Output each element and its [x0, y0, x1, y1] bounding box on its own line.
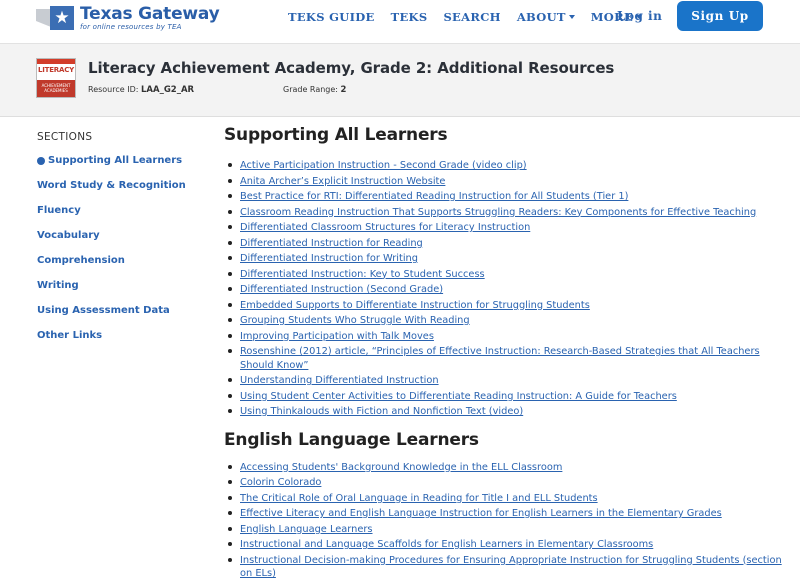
resource-link[interactable]: Instructional and Language Scaffolds for… [240, 539, 653, 550]
resource-link[interactable]: Differentiated Instruction for Reading [240, 238, 423, 249]
list-item: Effective Literacy and English Language … [228, 506, 784, 522]
list-item: Differentiated Instruction for Reading [228, 236, 784, 252]
top-navbar: ★ Texas Gateway for online resources by … [0, 0, 800, 44]
resource-link[interactable]: Instructional Decision-making Procedures… [240, 555, 782, 580]
list-item: English Language Learners [228, 522, 784, 538]
list-item: Using Student Center Activities to Diffe… [228, 389, 784, 405]
resource-link[interactable]: Best Practice for RTI: Differentiated Re… [240, 191, 628, 202]
list-item: Instructional and Language Scaffolds for… [228, 537, 784, 553]
resource-link[interactable]: Rosenshine (2012) article, “Principles o… [240, 346, 760, 371]
list-item: Differentiated Instruction for Writing [228, 251, 784, 267]
list-item: Differentiated Classroom Structures for … [228, 220, 784, 236]
resource-thumbnail: LITERACY ACHIEVEMENT ACADEMIES [36, 58, 76, 98]
resource-link[interactable]: Grouping Students Who Struggle With Read… [240, 315, 470, 326]
section-heading: Supporting All Learners [224, 125, 448, 145]
sidebar-item-comprehension[interactable]: Comprehension [37, 255, 212, 280]
list-item: Using Thinkalouds with Fiction and Nonfi… [228, 404, 784, 420]
resource-link[interactable]: Anita Archer’s Explicit Instruction Webs… [240, 176, 445, 187]
resource-id: Resource ID: LAA_G2_AR [88, 85, 195, 95]
login-link[interactable]: Log in [617, 9, 662, 23]
resource-link[interactable]: Differentiated Instruction: Key to Stude… [240, 269, 485, 280]
sidebar-item-other-links[interactable]: Other Links [37, 330, 212, 355]
link-list: Active Participation Instruction - Secon… [228, 158, 784, 420]
section-heading: English Language Learners [224, 429, 479, 450]
resource-link[interactable]: Effective Literacy and English Language … [240, 508, 722, 519]
sidebar-item-using-assessment-data[interactable]: Using Assessment Data [37, 305, 212, 330]
list-item: Grouping Students Who Struggle With Read… [228, 313, 784, 329]
chevron-down-icon [568, 15, 575, 19]
list-item: Anita Archer’s Explicit Instruction Webs… [228, 174, 784, 190]
list-item: Colorin Colorado [228, 475, 784, 491]
list-item: Accessing Students' Background Knowledge… [228, 460, 784, 476]
active-dot-icon [37, 157, 45, 165]
logo-subtitle: for online resources by TEA [80, 22, 182, 31]
resource-link[interactable]: Embedded Supports to Differentiate Instr… [240, 300, 590, 311]
list-item: Rosenshine (2012) article, “Principles o… [228, 344, 784, 373]
list-item: Understanding Differentiated Instruction [228, 373, 784, 389]
nav-teks[interactable]: TEKS [391, 10, 428, 24]
list-item: Improving Participation with Talk Moves [228, 329, 784, 345]
logo-title: Texas Gateway [80, 3, 220, 24]
grade-range: Grade Range: 2 [283, 85, 347, 95]
resource-link[interactable]: Differentiated Instruction for Writing [240, 253, 418, 264]
resource-link[interactable]: English Language Learners [240, 524, 373, 535]
star-logo-icon: ★ [36, 5, 76, 31]
sidebar-item-vocabulary[interactable]: Vocabulary [37, 230, 212, 255]
resource-link[interactable]: Active Participation Instruction - Secon… [240, 160, 527, 171]
resource-banner: LITERACY ACHIEVEMENT ACADEMIES Literacy … [0, 44, 800, 117]
sections-heading: SECTIONS [37, 131, 93, 143]
resource-link[interactable]: Using Thinkalouds with Fiction and Nonfi… [240, 406, 523, 417]
sidebar-item-writing[interactable]: Writing [37, 280, 212, 305]
texas-gateway-logo[interactable]: ★ Texas Gateway for online resources by … [36, 3, 220, 33]
resource-link[interactable]: Improving Participation with Talk Moves [240, 331, 434, 342]
resource-title: Literacy Achievement Academy, Grade 2: A… [88, 59, 615, 77]
resource-link[interactable]: Using Student Center Activities to Diffe… [240, 391, 677, 402]
list-item: The Critical Role of Oral Language in Re… [228, 491, 784, 507]
resource-link[interactable]: Accessing Students' Background Knowledge… [240, 462, 562, 473]
sidebar-item-fluency[interactable]: Fluency [37, 205, 212, 230]
list-item: Differentiated Instruction (Second Grade… [228, 282, 784, 298]
list-item: Embedded Supports to Differentiate Instr… [228, 298, 784, 314]
resource-link[interactable]: Differentiated Classroom Structures for … [240, 222, 530, 233]
list-item: Instructional Decision-making Procedures… [228, 553, 784, 582]
sections-sidebar: SECTIONS Supporting All Learners Word St… [37, 131, 212, 355]
main-content: Supporting All Learners Active Participa… [224, 125, 784, 582]
resource-link[interactable]: The Critical Role of Oral Language in Re… [240, 493, 598, 504]
sidebar-item-word-study[interactable]: Word Study & Recognition [37, 180, 212, 205]
link-list: Accessing Students' Background Knowledge… [228, 460, 784, 582]
nav-search[interactable]: SEARCH [443, 10, 500, 24]
nav-teks-guide[interactable]: TEKS GUIDE [288, 10, 375, 24]
nav-about[interactable]: ABOUT [517, 10, 575, 24]
resource-link[interactable]: Colorin Colorado [240, 477, 321, 488]
resource-link[interactable]: Classroom Reading Instruction That Suppo… [240, 207, 756, 218]
sidebar-item-supporting-all-learners[interactable]: Supporting All Learners [37, 155, 212, 180]
resource-link[interactable]: Differentiated Instruction (Second Grade… [240, 284, 443, 295]
list-item: Active Participation Instruction - Secon… [228, 158, 784, 174]
list-item: Best Practice for RTI: Differentiated Re… [228, 189, 784, 205]
list-item: Classroom Reading Instruction That Suppo… [228, 205, 784, 221]
resource-link[interactable]: Understanding Differentiated Instruction [240, 375, 439, 386]
main-nav: TEKS GUIDE TEKS SEARCH ABOUT MORE [288, 10, 658, 24]
signup-button[interactable]: Sign Up [677, 1, 763, 31]
list-item: Differentiated Instruction: Key to Stude… [228, 267, 784, 283]
